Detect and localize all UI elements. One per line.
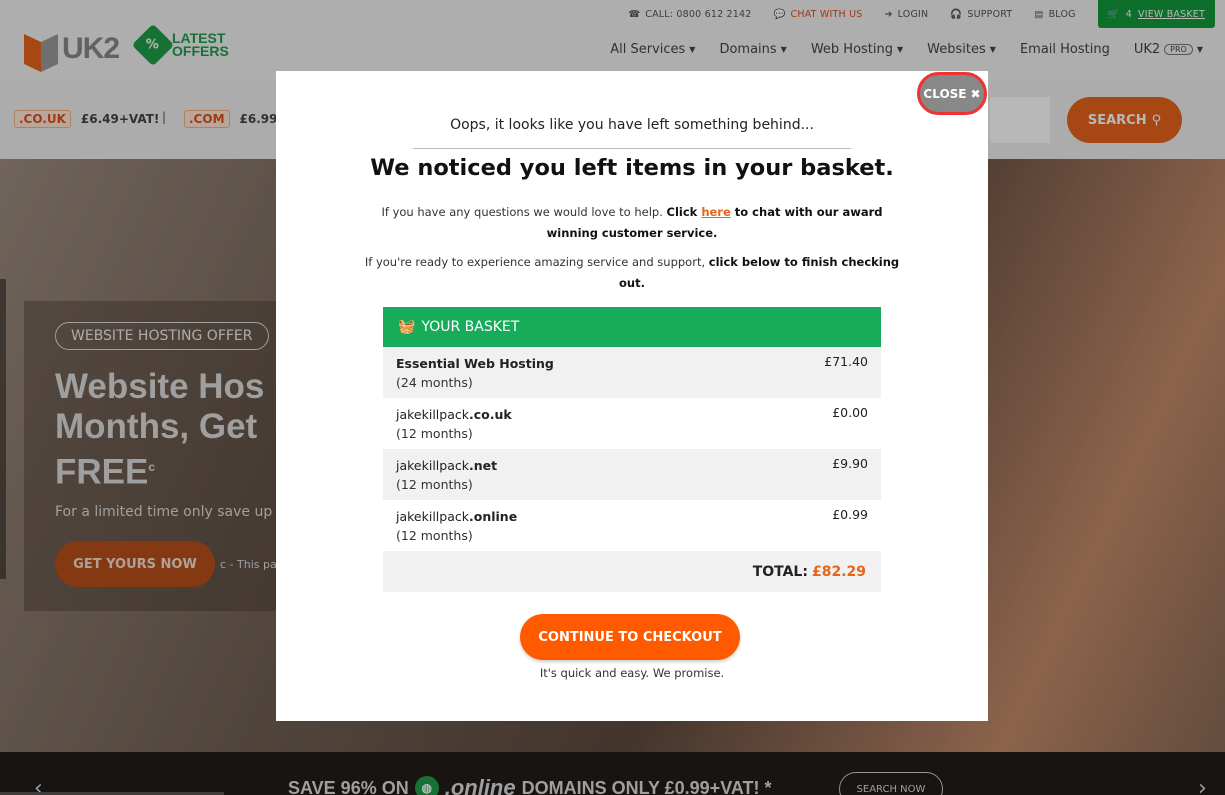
- item-tld: .co.uk: [468, 407, 512, 422]
- basket-item-name: Essential Web Hosting: [396, 354, 868, 373]
- basket-item-term: (12 months): [396, 477, 473, 492]
- basket-title: YOUR BASKET: [421, 319, 520, 335]
- modal-title: We noticed you left items in your basket…: [370, 155, 894, 181]
- modal-divider: [413, 148, 851, 149]
- basket-item-price: £9.90: [832, 456, 868, 471]
- modal-help-paragraph: If you have any questions we would love …: [356, 202, 908, 244]
- item-tld: .online: [468, 509, 518, 524]
- continue-to-checkout-button[interactable]: CONTINUE TO CHECKOUT: [520, 614, 740, 660]
- basket-item: Essential Web Hosting (24 months) £71.40: [383, 347, 881, 398]
- item-name-text: Essential Web Hosting: [396, 356, 554, 371]
- basket-item-price: £0.99: [832, 507, 868, 522]
- checkout-reassurance-text: It's quick and easy. We promise.: [539, 666, 725, 680]
- basket-item-price: £0.00: [832, 405, 868, 420]
- basket-item-name: jakekillpack.net: [396, 456, 868, 475]
- close-icon: ✖: [970, 86, 981, 101]
- basket-item-term: (24 months): [396, 375, 473, 390]
- item-tld: .net: [468, 458, 498, 473]
- basket-item-term: (12 months): [396, 426, 473, 441]
- basket-icon: 🧺: [398, 319, 416, 335]
- chat-here-link[interactable]: here: [701, 205, 730, 219]
- basket-item: jakekillpack.net (12 months) £9.90: [383, 449, 881, 500]
- help-click-text: Click: [666, 205, 702, 219]
- item-name-text: jakekillpack: [396, 509, 469, 524]
- basket-item: jakekillpack.online (12 months) £0.99: [383, 500, 881, 551]
- close-label: CLOSE: [923, 86, 967, 101]
- basket-item-price: £71.40: [824, 354, 868, 369]
- modal-ready-paragraph: If you're ready to experience amazing se…: [356, 252, 908, 294]
- basket-item-name: jakekillpack.co.uk: [396, 405, 868, 424]
- basket-total: TOTAL: £82.29: [383, 551, 881, 592]
- basket-item: jakekillpack.co.uk (12 months) £0.00: [383, 398, 881, 449]
- close-modal-button[interactable]: CLOSE ✖: [917, 72, 987, 115]
- item-name-text: jakekillpack: [396, 407, 469, 422]
- item-name-text: jakekillpack: [396, 458, 469, 473]
- total-amount: £82.29: [811, 563, 866, 580]
- basket-item-name: jakekillpack.online: [396, 507, 868, 526]
- basket-header: 🧺 YOUR BASKET: [383, 307, 881, 347]
- basket-item-term: (12 months): [396, 528, 473, 543]
- help-text: If you have any questions we would love …: [381, 205, 667, 219]
- modal-oops-text: Oops, it looks like you have left someth…: [450, 117, 814, 133]
- total-label: TOTAL:: [752, 563, 808, 580]
- ready-text: If you're ready to experience amazing se…: [364, 255, 709, 269]
